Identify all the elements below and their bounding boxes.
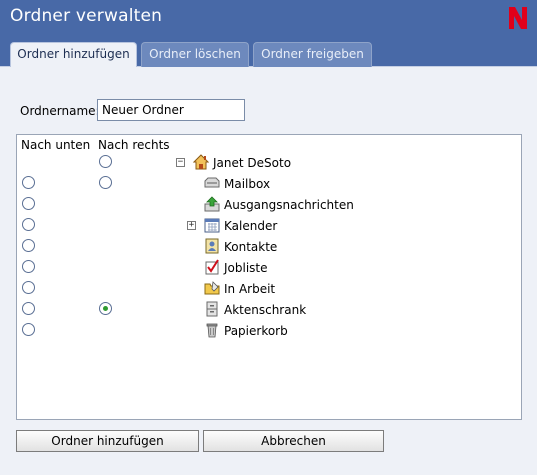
cabinet-icon [206,301,218,317]
radio-right-mailbox[interactable] [99,176,112,189]
collapse-janet-desoto[interactable]: − [176,158,185,167]
radio-right-janet-desoto[interactable] [99,155,112,168]
tab-ordner-hinzufuegen[interactable]: Ordner hinzufügen [10,42,137,68]
tab-bar: Ordner hinzufügen Ordner löschen Ordner … [0,38,537,68]
add-folder-button[interactable]: Ordner hinzufügen [16,430,199,452]
radio-below-ausgangsnachrichten[interactable] [22,197,35,210]
folder-name-in-arbeit[interactable]: In Arbeit [224,282,275,296]
novell-logo-icon [509,7,527,29]
trash-icon [206,323,218,338]
folder-name-kalender[interactable]: Kalender [224,219,277,233]
calendar-icon [204,218,220,233]
radio-right-aktenschrank[interactable] [99,302,112,315]
column-header-below: Nach unten [21,138,91,152]
radio-below-papierkorb[interactable] [22,323,35,336]
radio-below-in-arbeit[interactable] [22,281,35,294]
radio-below-kontakte[interactable] [22,239,35,252]
home-icon [193,154,209,170]
folder-name-ausgangsnachrichten[interactable]: Ausgangsnachrichten [224,198,354,212]
checklist-icon [205,259,219,275]
folder-name-mailbox[interactable]: Mailbox [224,177,270,191]
window-title: Ordner verwalten [10,6,163,26]
tab-ordner-loeschen[interactable]: Ordner löschen [141,42,249,67]
folder-tree-box: Nach unten Nach rechts − Janet DeSoto Ma… [16,134,522,420]
folder-name-label: Ordnername: [20,104,100,118]
folder-name-aktenschrank[interactable]: Aktenschrank [224,303,306,317]
work-in-progress-icon [204,281,220,295]
column-header-right: Nach rechts [98,138,170,152]
radio-below-mailbox[interactable] [22,176,35,189]
folder-name-janet-desoto[interactable]: Janet DeSoto [213,156,291,170]
outbox-icon [204,196,220,212]
cancel-button[interactable]: Abbrechen [203,430,384,452]
folder-name-kontakte[interactable]: Kontakte [224,240,277,254]
folder-name-papierkorb[interactable]: Papierkorb [224,324,288,338]
title-bar: Ordner verwalten [0,0,537,38]
radio-below-kalender[interactable] [22,218,35,231]
expand-kalender[interactable]: + [187,221,196,230]
folder-name-input[interactable] [97,99,245,121]
tab-content-panel: Ordnername: Nach unten Nach rechts − Jan… [0,67,537,475]
radio-below-jobliste[interactable] [22,260,35,273]
radio-below-aktenschrank[interactable] [22,302,35,315]
tab-ordner-freigeben[interactable]: Ordner freigeben [253,42,372,67]
folder-name-jobliste[interactable]: Jobliste [224,261,268,275]
mailbox-icon [204,177,220,188]
contacts-icon [205,238,219,254]
